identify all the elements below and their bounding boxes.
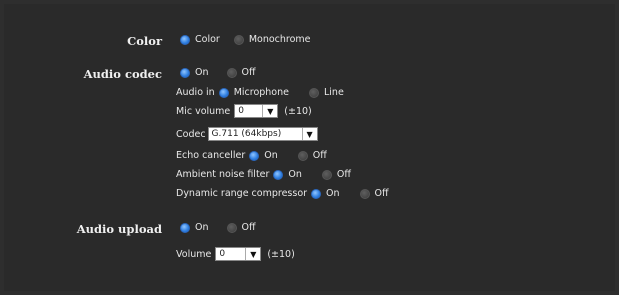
mic-volume-hint: (±10) <box>284 105 312 117</box>
audio-in-row: Audio in Microphone Line <box>176 87 356 98</box>
ambient-noise-filter-row: Ambient noise filter On Off <box>176 169 363 180</box>
codec-row: Codec G.711 (64kbps) ▼ <box>176 127 322 141</box>
audio-upload-option-on-label: On <box>195 222 209 233</box>
echo-canceller-option-on-label: On <box>264 150 278 161</box>
radio-unchecked-icon[interactable] <box>309 87 319 98</box>
codec-value: G.711 (64kbps) <box>211 129 282 139</box>
codec-label: Codec <box>176 128 206 140</box>
color-option-color[interactable]: Color <box>180 34 220 45</box>
ambient-noise-filter-option-off-label: Off <box>336 169 351 180</box>
audio-in-option-line-label: Line <box>324 87 344 98</box>
chevron-down-icon[interactable]: ▼ <box>262 105 278 117</box>
dynamic-range-compressor-option-off[interactable]: Off <box>359 188 389 199</box>
settings-panel: Color Color Monochrome Audio codec On Of… <box>4 4 615 291</box>
mic-volume-select[interactable]: 0 ▼ <box>234 104 279 118</box>
audio-upload-label: Audio upload <box>76 222 162 236</box>
radio-checked-icon[interactable] <box>180 34 190 45</box>
audio-codec-option-on[interactable]: On <box>180 67 209 78</box>
radio-unchecked-icon[interactable] <box>233 34 244 45</box>
volume-row: Volume 0 ▼ (±10) <box>176 247 295 261</box>
dynamic-range-compressor-label: Dynamic range compressor <box>176 188 308 199</box>
chevron-down-icon[interactable]: ▼ <box>301 128 317 140</box>
radio-unchecked-icon[interactable] <box>321 169 332 180</box>
radio-checked-icon[interactable] <box>249 150 260 161</box>
volume-value: 0 <box>219 249 226 259</box>
color-option-monochrome[interactable]: Monochrome <box>233 34 311 45</box>
ambient-noise-filter-option-on-label: On <box>288 169 302 180</box>
color-option-color-label: Color <box>195 34 220 45</box>
audio-upload-option-off-label: Off <box>241 222 256 233</box>
audio-codec-option-off[interactable]: Off <box>226 67 256 78</box>
dynamic-range-compressor-option-off-label: Off <box>374 188 389 199</box>
radio-checked-icon[interactable] <box>180 67 190 78</box>
volume-label: Volume <box>176 248 212 260</box>
audio-in-option-microphone[interactable]: Microphone <box>218 87 289 98</box>
audio-in-option-line[interactable]: Line <box>309 87 344 98</box>
volume-hint: (±10) <box>267 248 295 260</box>
radio-checked-icon[interactable] <box>311 188 322 199</box>
color-option-monochrome-label: Monochrome <box>248 34 311 45</box>
audio-codec-option-off-label: Off <box>241 67 256 78</box>
ambient-noise-filter-option-on[interactable]: On <box>273 169 302 180</box>
audio-codec-label: Audio codec <box>83 67 162 81</box>
mic-volume-value: 0 <box>238 106 245 116</box>
mic-volume-label: Mic volume <box>176 105 231 117</box>
radio-checked-icon[interactable] <box>273 169 284 180</box>
radio-unchecked-icon[interactable] <box>297 150 308 161</box>
echo-canceller-option-on[interactable]: On <box>249 150 278 161</box>
echo-canceller-option-off-label: Off <box>312 150 327 161</box>
mic-volume-row: Mic volume 0 ▼ (±10) <box>176 104 312 118</box>
ambient-noise-filter-option-off[interactable]: Off <box>321 169 351 180</box>
dynamic-range-compressor-option-on-label: On <box>326 188 340 199</box>
audio-upload-radio-group: On Off <box>180 222 268 233</box>
ambient-noise-filter-label: Ambient noise filter <box>176 169 270 180</box>
radio-unchecked-icon[interactable] <box>226 67 237 78</box>
chevron-down-icon[interactable]: ▼ <box>245 248 261 260</box>
audio-codec-radio-group: On Off <box>180 67 268 78</box>
echo-canceller-option-off[interactable]: Off <box>297 150 327 161</box>
radio-unchecked-icon[interactable] <box>359 188 370 199</box>
audio-in-label: Audio in <box>176 87 215 98</box>
audio-upload-option-off[interactable]: Off <box>226 222 256 233</box>
echo-canceller-label: Echo canceller <box>176 150 246 161</box>
color-label: Color <box>127 34 162 48</box>
radio-checked-icon[interactable] <box>218 87 229 98</box>
echo-canceller-row: Echo canceller On Off <box>176 150 339 161</box>
radio-checked-icon[interactable] <box>180 222 190 233</box>
audio-in-option-microphone-label: Microphone <box>233 87 289 98</box>
color-radio-group: Color Monochrome <box>180 34 323 45</box>
radio-unchecked-icon[interactable] <box>226 222 237 233</box>
dynamic-range-compressor-option-on[interactable]: On <box>311 188 340 199</box>
audio-upload-option-on[interactable]: On <box>180 222 209 233</box>
codec-select[interactable]: G.711 (64kbps) ▼ <box>207 127 318 141</box>
audio-codec-option-on-label: On <box>195 67 209 78</box>
dynamic-range-compressor-row: Dynamic range compressor On Off <box>176 188 401 199</box>
volume-select[interactable]: 0 ▼ <box>215 247 262 261</box>
